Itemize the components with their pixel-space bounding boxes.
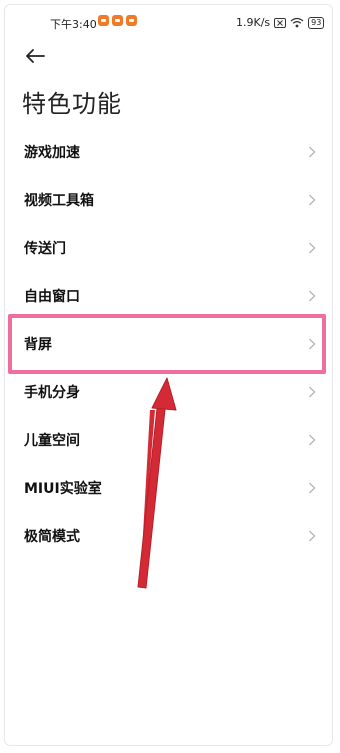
highlight-annotation-box bbox=[8, 314, 326, 374]
menu-item-video-toolbox[interactable]: 视频工具箱 bbox=[0, 176, 340, 224]
menu-item-label: MIUI实验室 bbox=[24, 481, 102, 497]
menu-item-label: 手机分身 bbox=[24, 385, 80, 401]
chevron-right-icon bbox=[309, 530, 316, 542]
status-time: 下午3:40 bbox=[50, 18, 97, 31]
menu-item-label: 极简模式 bbox=[24, 529, 80, 545]
menu-item-label: 视频工具箱 bbox=[24, 193, 94, 209]
menu-item-label: 自由窗口 bbox=[24, 289, 80, 305]
menu-item-label: 游戏加速 bbox=[24, 145, 80, 161]
network-speed: 1.9K/s bbox=[236, 16, 271, 29]
page-title: 特色功能 bbox=[22, 90, 122, 118]
chevron-right-icon bbox=[309, 146, 316, 158]
chevron-right-icon bbox=[309, 194, 316, 206]
chevron-right-icon bbox=[309, 290, 316, 302]
battery-icon: 93 bbox=[308, 16, 325, 29]
chevron-right-icon bbox=[309, 434, 316, 446]
chevron-right-icon bbox=[309, 482, 316, 494]
status-notification-icons bbox=[98, 15, 137, 26]
chevron-right-icon bbox=[309, 386, 316, 398]
menu-item-label: 传送门 bbox=[24, 241, 66, 257]
menu-item-dual-apps[interactable]: 手机分身 bbox=[0, 368, 340, 416]
notification-app-icon bbox=[112, 15, 123, 26]
status-bar: 下午3:40 1.9K/s 93 bbox=[0, 12, 340, 34]
status-right-group: 1.9K/s 93 bbox=[236, 16, 325, 29]
menu-item-miui-lab[interactable]: MIUI实验室 bbox=[0, 464, 340, 512]
chevron-right-icon bbox=[309, 242, 316, 254]
menu-item-kids-space[interactable]: 儿童空间 bbox=[0, 416, 340, 464]
menu-item-portal[interactable]: 传送门 bbox=[0, 224, 340, 272]
notification-app-icon bbox=[126, 15, 137, 26]
menu-item-minimal-mode[interactable]: 极简模式 bbox=[0, 512, 340, 560]
menu-item-free-window[interactable]: 自由窗口 bbox=[0, 272, 340, 320]
back-arrow-icon[interactable] bbox=[24, 46, 46, 66]
menu-item-game-boost[interactable]: 游戏加速 bbox=[0, 128, 340, 176]
notification-app-icon bbox=[98, 15, 109, 26]
sim-off-icon bbox=[274, 17, 287, 28]
menu-item-label: 儿童空间 bbox=[24, 433, 80, 449]
wifi-icon bbox=[290, 17, 304, 28]
